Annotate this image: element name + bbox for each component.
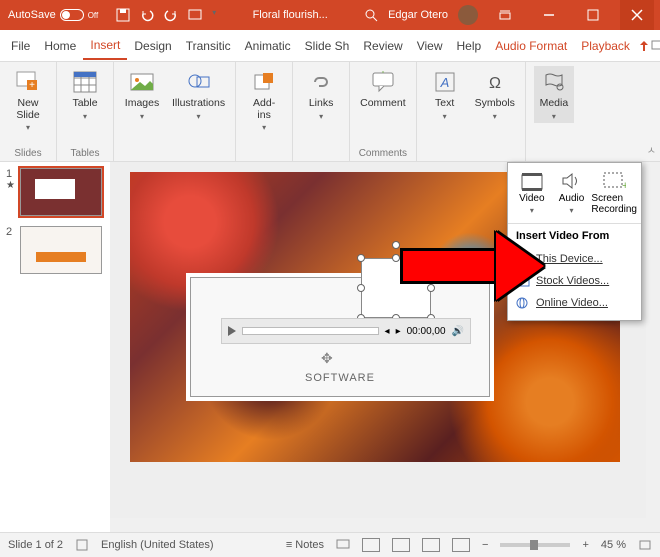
play-icon[interactable] [228,326,236,336]
zoom-out[interactable]: − [482,539,488,551]
images-button[interactable]: Images ▾ [122,66,162,123]
media-icon [540,68,568,96]
animation-star-icon: ★ [6,180,16,191]
svg-text:Ω: Ω [489,75,501,92]
links-icon [307,68,335,96]
audio-menu-button[interactable]: Audio▾ [552,171,592,215]
volume-icon[interactable]: 🔊 [452,326,464,337]
save-icon[interactable] [116,8,130,22]
notes-button[interactable]: ≡ Notes [286,539,324,551]
tab-review[interactable]: Review [356,33,409,59]
slide-thumbnails: 1 ★ 2 [0,162,110,532]
display-settings-icon[interactable] [336,539,350,551]
sorter-view-icon[interactable] [392,538,410,552]
ribbon: + New Slide ▾ Slides Table ▾ Tables Imag… [0,62,660,162]
illustrations-button[interactable]: Illustrations ▾ [170,66,227,123]
new-slide-button[interactable]: + New Slide ▾ [8,66,48,134]
symbols-icon: Ω [481,68,509,96]
table-button[interactable]: Table ▾ [65,66,105,123]
tab-home[interactable]: Home [37,33,83,59]
next-icon[interactable]: ▸ [396,326,401,337]
group-label-tables: Tables [71,146,100,159]
svg-text:+: + [379,71,386,77]
present-icon[interactable] [188,8,202,22]
slide-counter[interactable]: Slide 1 of 2 [8,539,63,551]
comment-icon: + [369,68,397,96]
comment-button[interactable]: + Comment [358,66,408,112]
svg-text:+: + [29,80,35,91]
zoom-level[interactable]: 45 % [601,539,626,551]
media-button[interactable]: Media ▾ [534,66,574,123]
maximize-button[interactable] [576,0,610,30]
group-label-slides: Slides [14,146,41,159]
move-handle-icon[interactable]: ✥ [321,350,333,367]
undo-icon[interactable] [140,8,154,22]
reading-view-icon[interactable] [422,538,440,552]
tab-animations[interactable]: Animatic [238,33,298,59]
prev-icon[interactable]: ◂ [385,326,390,337]
zoom-slider[interactable] [500,543,570,547]
tab-design[interactable]: Design [127,33,178,59]
tab-insert[interactable]: Insert [83,32,127,60]
text-button[interactable]: A Text ▾ [425,66,465,123]
svg-text:A: A [439,75,449,90]
tab-transitions[interactable]: Transitic [179,33,238,59]
tab-help[interactable]: Help [450,33,489,59]
symbols-button[interactable]: Ω Symbols ▾ [473,66,517,123]
media-time: 00:00,00 [407,326,446,337]
slideshow-view-icon[interactable] [452,538,470,552]
annotation-arrow [400,248,500,284]
minimize-button[interactable] [532,0,566,30]
fit-window-icon[interactable] [638,539,652,551]
content-placeholder[interactable]: ◂ ▸ 00:00,00 🔊 ✥ SOFTWARE [190,277,490,397]
screen-recording-icon: + [602,171,626,191]
accessibility-icon[interactable] [75,538,89,552]
collapse-ribbon-icon[interactable]: ㅅ [647,142,656,157]
new-slide-icon: + [14,68,42,96]
tab-slideshow[interactable]: Slide Sh [298,33,357,59]
svg-text:+: + [622,180,626,191]
normal-view-icon[interactable] [362,538,380,552]
redo-icon[interactable] [164,8,178,22]
horizontal-scrollbar[interactable] [110,518,646,532]
comments-icon[interactable] [651,34,660,58]
screen-recording-button[interactable]: + Screen Recording [591,171,637,215]
statusbar: Slide 1 of 2 English (United States) ≡ N… [0,532,660,557]
video-menu-button[interactable]: Video▾ [512,171,552,215]
seek-track[interactable] [242,327,379,335]
close-button[interactable] [620,0,654,30]
tab-view[interactable]: View [410,33,450,59]
addins-icon [250,68,278,96]
thumbnail-2[interactable]: 2 [6,226,104,274]
video-icon [520,171,544,191]
text-icon: A [431,68,459,96]
group-label-comments: Comments [359,146,407,159]
share-icon[interactable] [637,34,651,58]
audio-icon [560,171,584,191]
slide-text: SOFTWARE [191,372,489,384]
search-icon[interactable] [364,8,378,22]
username[interactable]: Edgar Otero [388,9,448,21]
avatar[interactable] [458,5,478,25]
media-player[interactable]: ◂ ▸ 00:00,00 🔊 [221,318,471,344]
menubar: File Home Insert Design Transitic Animat… [0,30,660,62]
links-button[interactable]: Links ▾ [301,66,341,123]
titlebar: AutoSave Off ▾ Floral flourish... Edgar … [0,0,660,30]
slide-canvas[interactable]: ◂ ▸ 00:00,00 🔊 ✥ SOFTWARE Video▾ Audio▾ [110,162,660,532]
autosave-toggle[interactable]: AutoSave Off [8,9,98,21]
workspace: 1 ★ 2 [0,162,660,532]
illustrations-icon [185,68,213,96]
table-icon [71,68,99,96]
images-icon [128,68,156,96]
addins-button[interactable]: Add- ins ▾ [244,66,284,134]
tab-file[interactable]: File [4,33,37,59]
tab-playback[interactable]: Playback [574,33,637,59]
tab-audio-format[interactable]: Audio Format [488,33,574,59]
vertical-scrollbar[interactable] [646,162,660,532]
thumbnail-1[interactable]: 1 ★ [6,168,104,216]
language[interactable]: English (United States) [101,539,214,551]
document-title: Floral flourish... [216,9,364,21]
ribbon-options-icon[interactable] [488,0,522,30]
zoom-in[interactable]: + [582,539,588,551]
